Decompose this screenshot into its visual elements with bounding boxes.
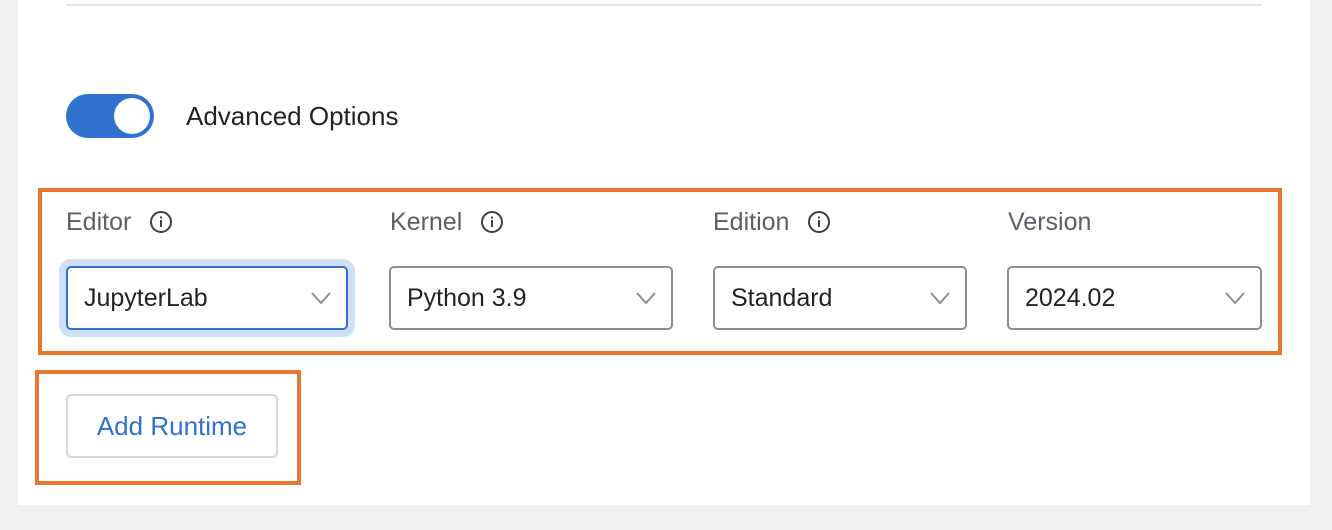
add-runtime-button[interactable]: Add Runtime — [66, 394, 278, 458]
editor-select[interactable]: JupyterLab — [66, 266, 348, 330]
divider — [66, 4, 1262, 6]
info-icon[interactable] — [807, 210, 831, 234]
editor-select-value: JupyterLab — [84, 283, 208, 312]
version-select-value: 2024.02 — [1025, 283, 1116, 312]
toggle-knob — [114, 98, 150, 134]
edition-label: Edition — [713, 205, 831, 239]
version-label: Version — [1008, 205, 1091, 239]
chevron-down-icon — [930, 292, 950, 305]
info-icon[interactable] — [149, 210, 173, 234]
advanced-options-toggle[interactable] — [66, 94, 154, 138]
kernel-select-value: Python 3.9 — [407, 283, 527, 312]
edition-select[interactable]: Standard — [713, 266, 967, 330]
chevron-down-icon — [636, 292, 656, 305]
info-icon[interactable] — [480, 210, 504, 234]
kernel-select[interactable]: Python 3.9 — [389, 266, 673, 330]
add-runtime-label: Add Runtime — [96, 410, 248, 441]
version-label-text: Version — [1008, 207, 1092, 236]
edition-label-text: Edition — [713, 207, 790, 236]
chevron-down-icon — [1225, 292, 1245, 305]
edition-select-value: Standard — [731, 283, 833, 312]
editor-label-text: Editor — [66, 207, 132, 236]
kernel-label: Kernel — [390, 205, 504, 239]
editor-label: Editor — [66, 205, 173, 239]
kernel-label-text: Kernel — [390, 207, 463, 236]
chevron-down-icon — [311, 292, 331, 305]
advanced-options-row: Advanced Options — [66, 94, 398, 138]
version-select[interactable]: 2024.02 — [1007, 266, 1262, 330]
advanced-options-label: Advanced Options — [186, 100, 399, 131]
